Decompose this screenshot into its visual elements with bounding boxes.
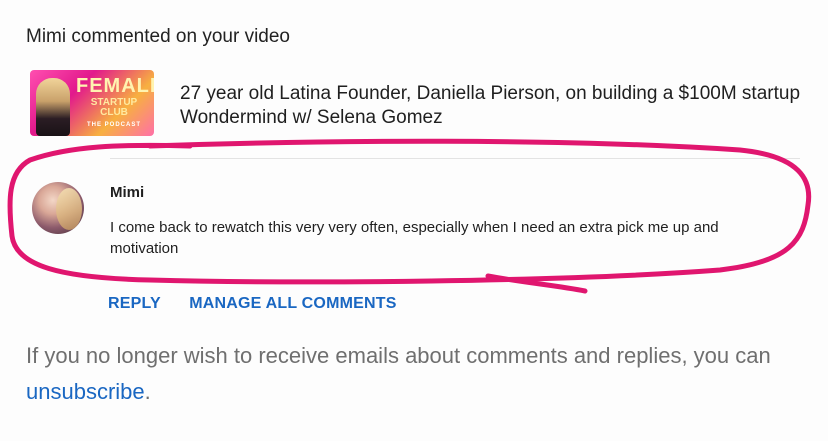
footer-text: If you no longer wish to receive emails … [26,343,771,368]
video-thumbnail[interactable]: FEMALE STARTUP CLUB THE PODCAST [30,70,154,136]
highlight-tail [485,273,588,294]
video-title[interactable]: 27 year old Latina Founder, Daniella Pie… [180,82,800,130]
comment-text: I come back to rewatch this very very of… [110,219,719,257]
footer-period: . [144,379,151,404]
thumbnail-brand-line2: STARTUP CLUB [90,97,138,118]
manage-comments-link[interactable]: MANAGE ALL COMMENTS [189,295,396,312]
avatar-hair [56,188,82,230]
notification-header: Mimi commented on your video [26,26,290,47]
action-links: REPLY MANAGE ALL COMMENTS [108,295,397,313]
thumbnail-person [36,78,70,136]
thumbnail-brand: FEMALE STARTUP CLUB THE PODCAST [76,75,154,128]
comment-block: Mimi I come back to rewatch this very ve… [30,178,800,258]
comment-author: Mimi [110,184,145,201]
reply-link[interactable]: REPLY [108,295,161,312]
email-page: Mimi commented on your video FEMALE STAR… [0,0,828,441]
unsubscribe-link[interactable]: unsubscribe [26,379,145,404]
video-row[interactable]: FEMALE STARTUP CLUB THE PODCAST 27 year … [30,70,800,138]
divider [110,158,800,159]
thumbnail-brand-line3: THE PODCAST [86,122,141,128]
avatar [32,182,84,234]
thumbnail-brand-line1: FEMALE [76,75,154,97]
footer-notice: If you no longer wish to receive emails … [26,338,786,410]
